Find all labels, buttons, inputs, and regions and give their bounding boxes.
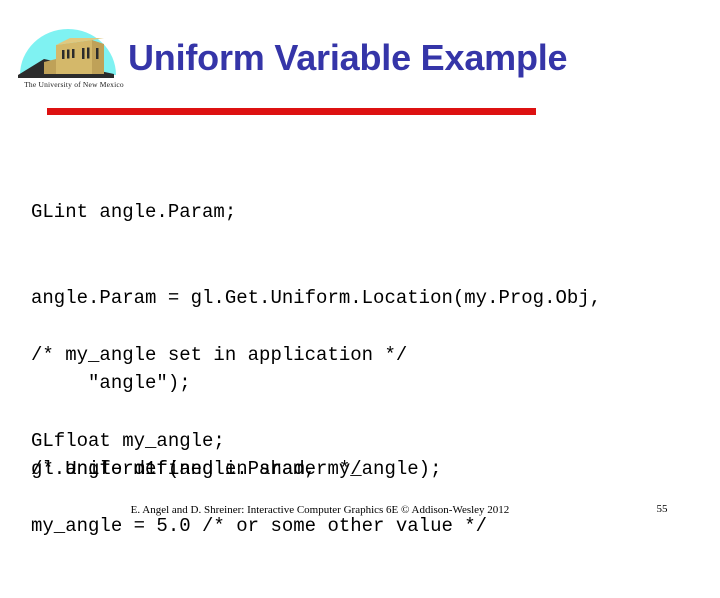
footer-citation: E. Angel and D. Shreiner: Interactive Co… [130,504,510,516]
slide-footer: E. Angel and D. Shreiner: Interactive Co… [0,498,720,540]
page-number: 55 [656,503,668,515]
slide-body: GLint angle.Param; angle.Param = gl.Get.… [0,128,720,537]
unm-logo: The University of New Mexico [14,12,134,96]
title-divider-rule [47,108,536,115]
page-title: Uniform Variable Example [128,37,568,78]
logo-window-slits-left [62,49,75,59]
code-line: /* my_angle set in application */ [31,344,408,366]
unm-logo-caption: The University of New Mexico [24,80,124,89]
code-line: gl.Uniform1f(angle.Param, my_angle); [31,458,442,480]
slide-header: The University of New Mexico Uniform Var… [0,0,720,128]
code-line: GLint angle.Param; [31,201,237,223]
